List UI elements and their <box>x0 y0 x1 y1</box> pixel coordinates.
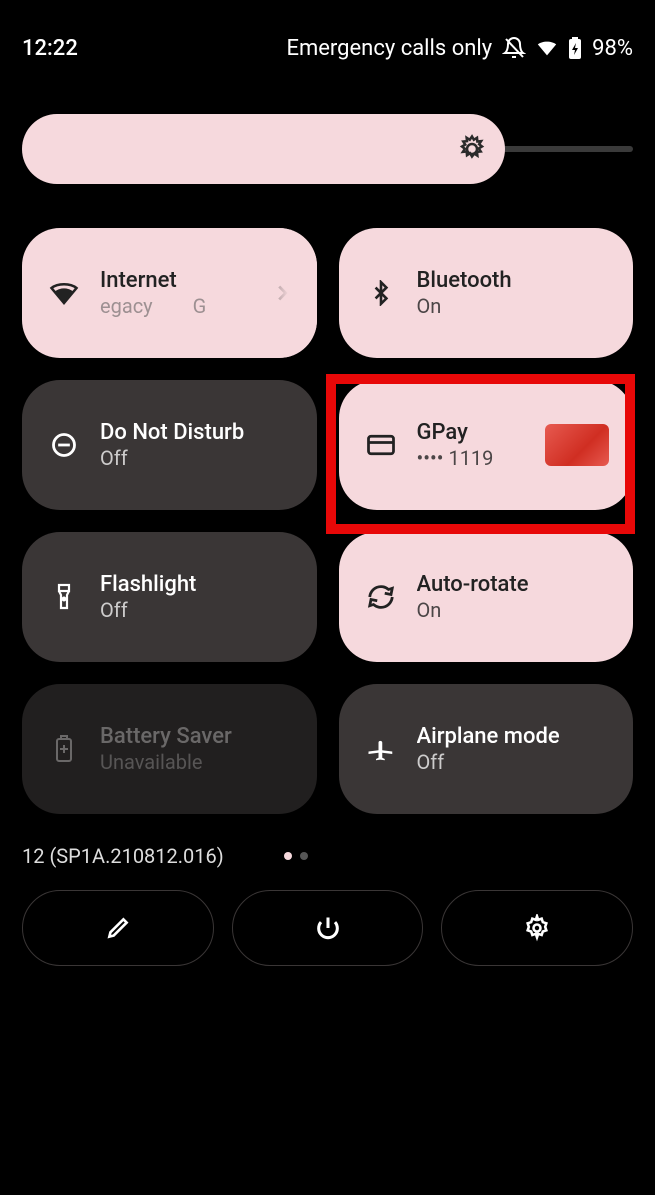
auto-rotate-icon <box>363 582 399 612</box>
quick-settings-tiles: Internet egacyG Bluetooth On Do Not Dist… <box>0 228 655 814</box>
tile-auto-rotate[interactable]: Auto-rotate On <box>339 532 634 662</box>
power-button[interactable] <box>232 890 424 966</box>
pencil-icon <box>105 915 131 941</box>
tile-title: Bluetooth <box>417 267 512 295</box>
wifi-icon <box>46 278 82 308</box>
tile-title: Auto-rotate <box>417 571 529 599</box>
tile-bluetooth[interactable]: Bluetooth On <box>339 228 634 358</box>
wifi-icon <box>536 37 558 59</box>
tile-battery-saver[interactable]: Battery Saver Unavailable <box>22 684 317 814</box>
tile-title: Airplane mode <box>417 723 560 751</box>
tile-title: Do Not Disturb <box>100 419 244 447</box>
airplane-icon <box>363 734 399 764</box>
tile-title: GPay <box>417 419 494 447</box>
tile-subtitle: Unavailable <box>100 750 232 775</box>
tile-title: Flashlight <box>100 571 196 599</box>
tile-subtitle: •••• 1119 <box>417 446 494 471</box>
status-emergency: Emergency calls only <box>286 36 492 61</box>
tile-subtitle: Off <box>417 750 560 775</box>
power-icon <box>314 914 342 942</box>
bluetooth-icon <box>363 280 399 306</box>
battery-saver-icon <box>46 734 82 764</box>
page-indicator[interactable] <box>284 852 308 860</box>
tile-subtitle: On <box>417 598 529 623</box>
brightness-icon <box>457 134 487 164</box>
tile-subtitle: Off <box>100 598 196 623</box>
tile-title: Battery Saver <box>100 723 232 751</box>
tile-airplane-mode[interactable]: Airplane mode Off <box>339 684 634 814</box>
gear-icon <box>523 914 551 942</box>
battery-percent: 98% <box>592 36 633 61</box>
page-dot-2 <box>300 852 308 860</box>
tile-title: Internet <box>100 267 206 295</box>
status-bar: 12:22 Emergency calls only 98% <box>0 0 655 80</box>
tile-subtitle: egacyG <box>100 294 206 319</box>
edit-button[interactable] <box>22 890 214 966</box>
brightness-slider[interactable] <box>0 114 655 184</box>
tile-flashlight[interactable]: Flashlight Off <box>22 532 317 662</box>
build-number: 12 (SP1A.210812.016) <box>22 844 224 868</box>
card-icon <box>363 430 399 460</box>
tile-subtitle: On <box>417 294 512 319</box>
battery-charging-icon <box>568 37 582 59</box>
tile-gpay[interactable]: GPay •••• 1119 <box>339 380 634 510</box>
flashlight-icon <box>46 583 82 611</box>
chevron-right-icon <box>271 282 293 304</box>
tile-internet[interactable]: Internet egacyG <box>22 228 317 358</box>
status-time: 12:22 <box>22 36 78 61</box>
dnd-off-icon <box>502 36 526 60</box>
settings-button[interactable] <box>441 890 633 966</box>
page-dot-1 <box>284 852 292 860</box>
footer-actions <box>0 890 655 966</box>
do-not-disturb-icon <box>46 431 82 459</box>
gpay-card-thumbnail <box>545 424 609 466</box>
tile-do-not-disturb[interactable]: Do Not Disturb Off <box>22 380 317 510</box>
tile-subtitle: Off <box>100 446 244 471</box>
